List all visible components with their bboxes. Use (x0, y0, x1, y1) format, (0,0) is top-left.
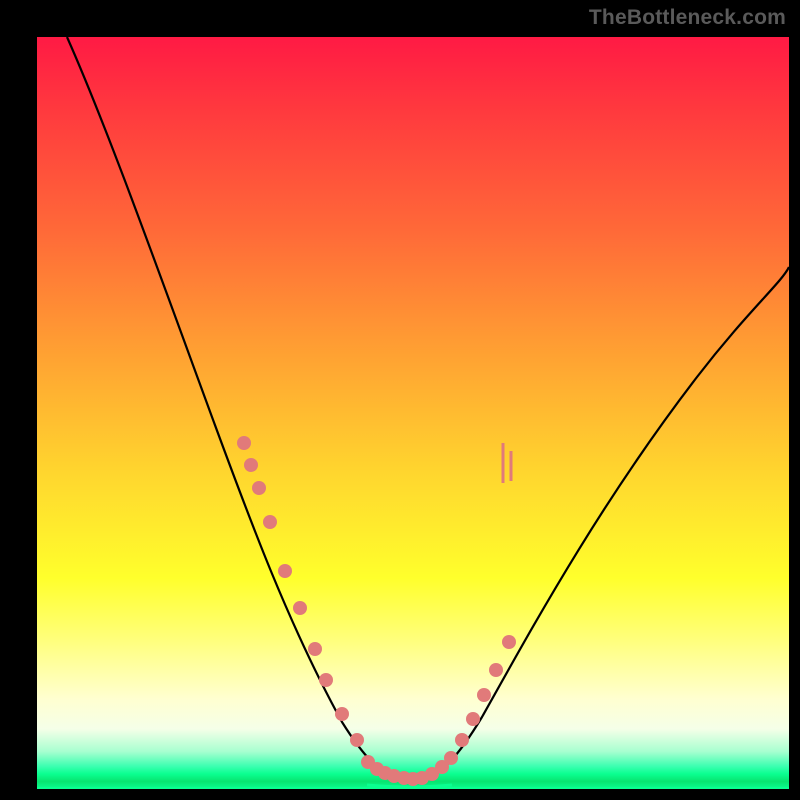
beads-bottom (361, 751, 458, 786)
beads-left (237, 436, 364, 747)
chart-frame: TheBottleneck.com (0, 0, 800, 800)
bottom-edge (37, 787, 789, 789)
curve-path (67, 37, 789, 782)
watermark-text: TheBottleneck.com (589, 6, 786, 30)
plot-area (37, 37, 789, 789)
bottleneck-curve (37, 37, 789, 789)
ticks-right (503, 443, 511, 483)
beads-right (455, 635, 516, 747)
